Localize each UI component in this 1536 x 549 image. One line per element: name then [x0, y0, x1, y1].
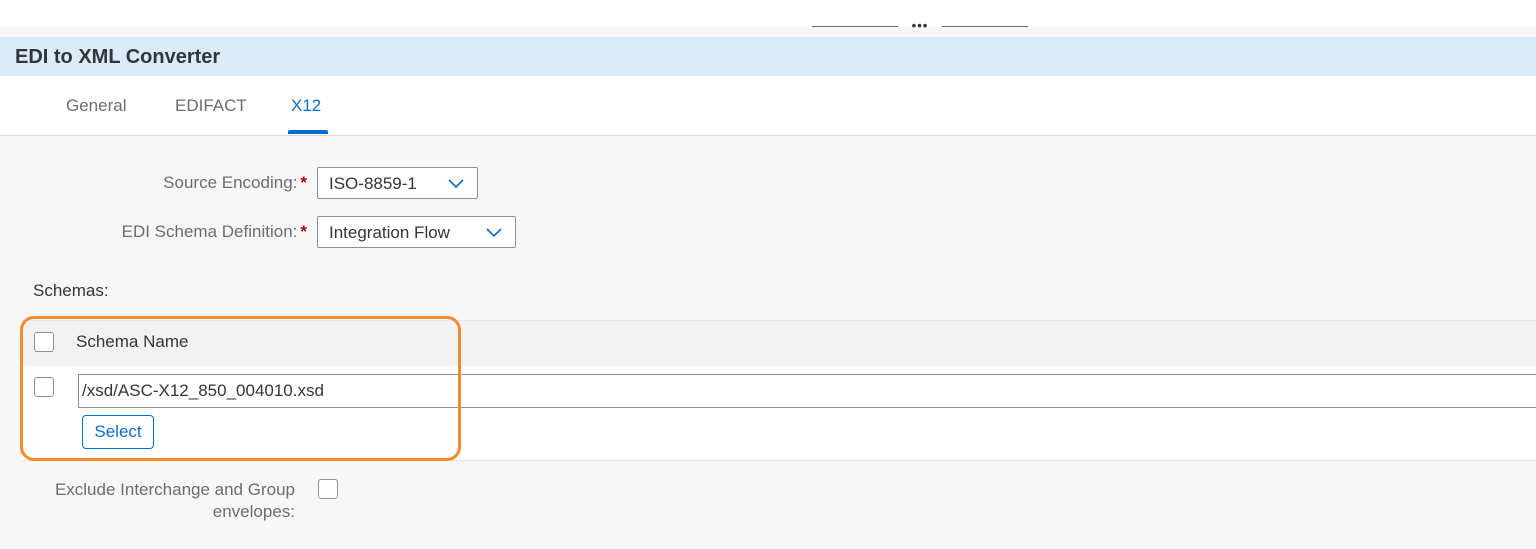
splitter-handle-icon[interactable]: ••• [909, 21, 931, 31]
exclude-envelopes-checkbox[interactable] [318, 479, 338, 499]
tab-selected-indicator [288, 130, 328, 134]
source-encoding-label-text: Source Encoding: [163, 173, 298, 192]
select-button[interactable]: Select [82, 415, 154, 449]
required-marker: * [300, 173, 307, 192]
column-header-schema-name: Schema Name [76, 332, 189, 351]
tab-x12[interactable]: X12 [291, 96, 321, 116]
splitter-line-right [942, 26, 1028, 27]
tab-bar: General EDIFACT X12 [0, 76, 1536, 136]
source-encoding-value: ISO-8859-1 [329, 174, 417, 193]
exclude-envelopes-label-line1: Exclude Interchange and Group [54, 480, 295, 499]
source-encoding-label: Source Encoding: * [163, 173, 307, 193]
top-strip [0, 0, 1536, 27]
splitter-line-left [812, 26, 898, 27]
schemas-label: Schemas: [33, 281, 109, 300]
schemas-table-header [22, 320, 1536, 367]
title-bar: EDI to XML Converter [0, 37, 1536, 76]
page-title: EDI to XML Converter [15, 46, 221, 68]
select-all-checkbox[interactable] [34, 332, 54, 352]
schema-definition-label-text: EDI Schema Definition: [121, 222, 298, 241]
tab-general[interactable]: General [66, 96, 126, 116]
exclude-envelopes-label-line2: envelopes: [212, 502, 295, 521]
row-checkbox[interactable] [34, 377, 54, 397]
chevron-down-icon [486, 228, 502, 238]
required-marker: * [300, 222, 307, 241]
source-encoding-select[interactable]: ISO-8859-1 [317, 167, 478, 199]
tab-edifact[interactable]: EDIFACT [175, 96, 247, 116]
schema-name-input[interactable] [78, 374, 1536, 408]
exclude-envelopes-label: Exclude Interchange and Group envelopes: [20, 479, 295, 523]
schema-definition-label: EDI Schema Definition: * [122, 222, 307, 242]
chevron-down-icon [448, 179, 464, 189]
schema-definition-select[interactable]: Integration Flow [317, 216, 516, 248]
schema-definition-value: Integration Flow [329, 223, 450, 242]
